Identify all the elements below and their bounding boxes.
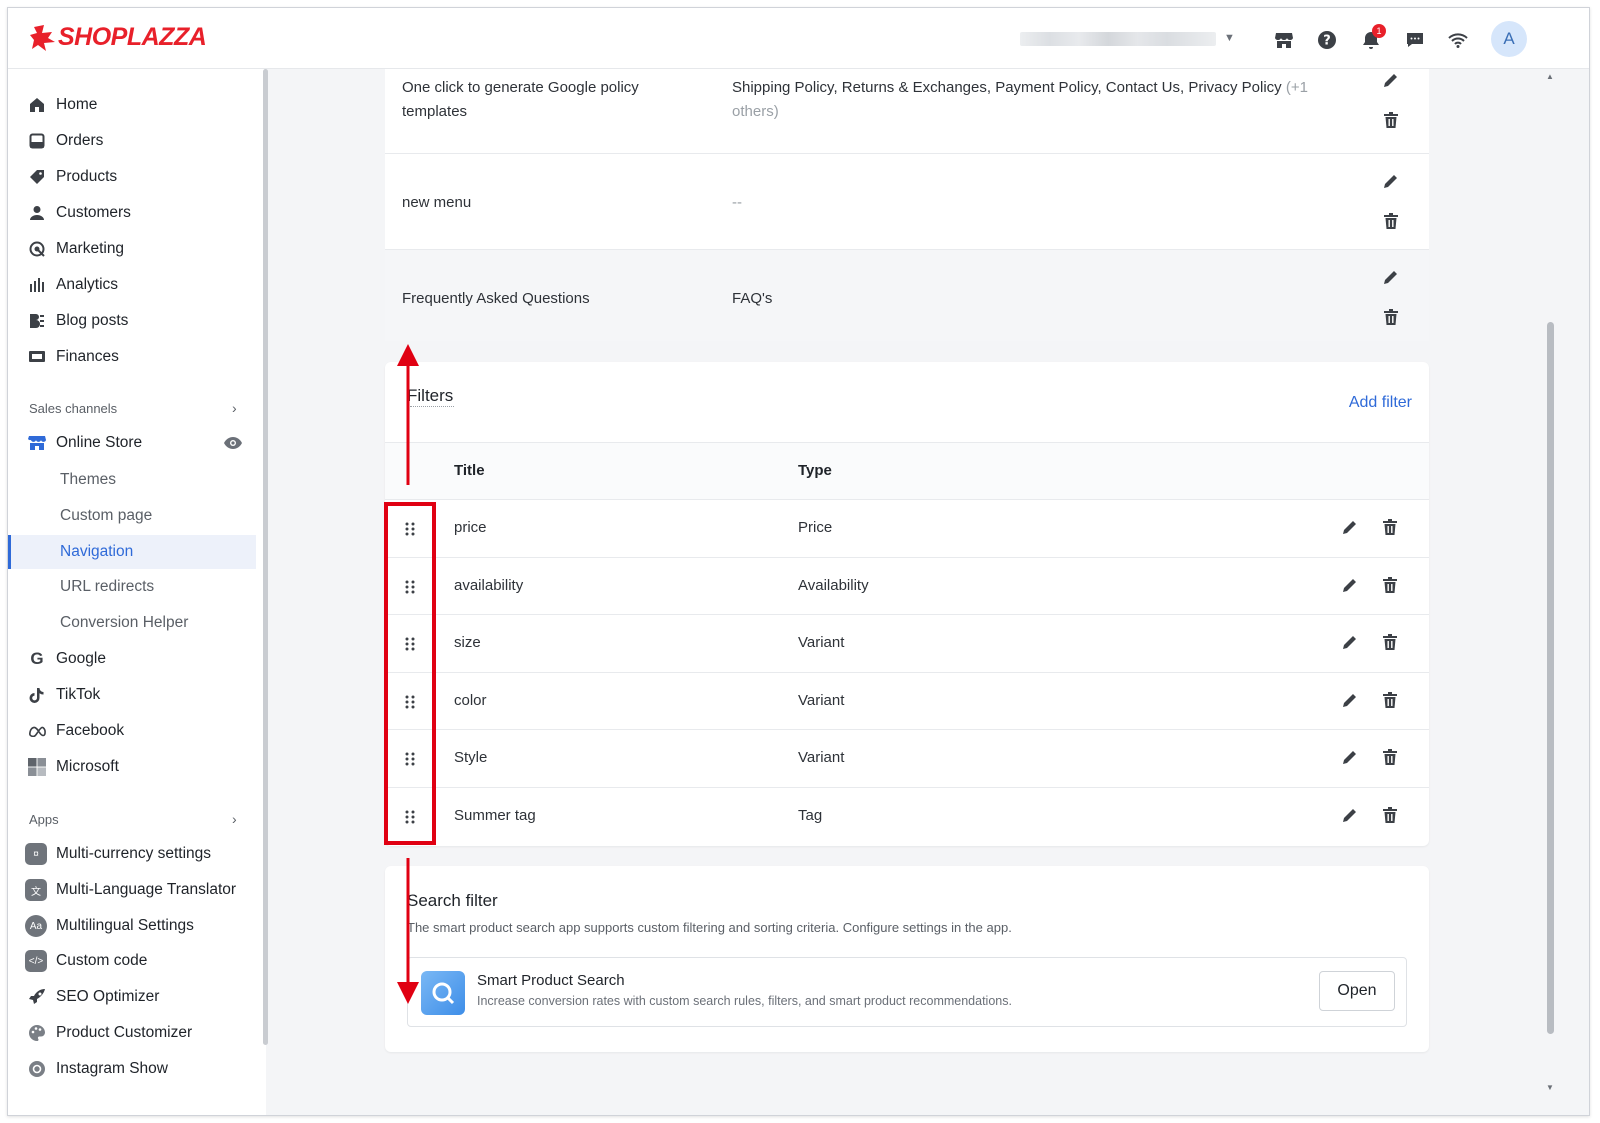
arrow-up-head (397, 344, 419, 366)
annotation-overlay (384, 344, 436, 1004)
app-window: SHOPLAZZA ▼ ? 1 A Home Orders Products C… (7, 7, 1590, 1116)
arrow-down-head (397, 982, 419, 1004)
drag-handles-highlight-box (384, 502, 436, 845)
